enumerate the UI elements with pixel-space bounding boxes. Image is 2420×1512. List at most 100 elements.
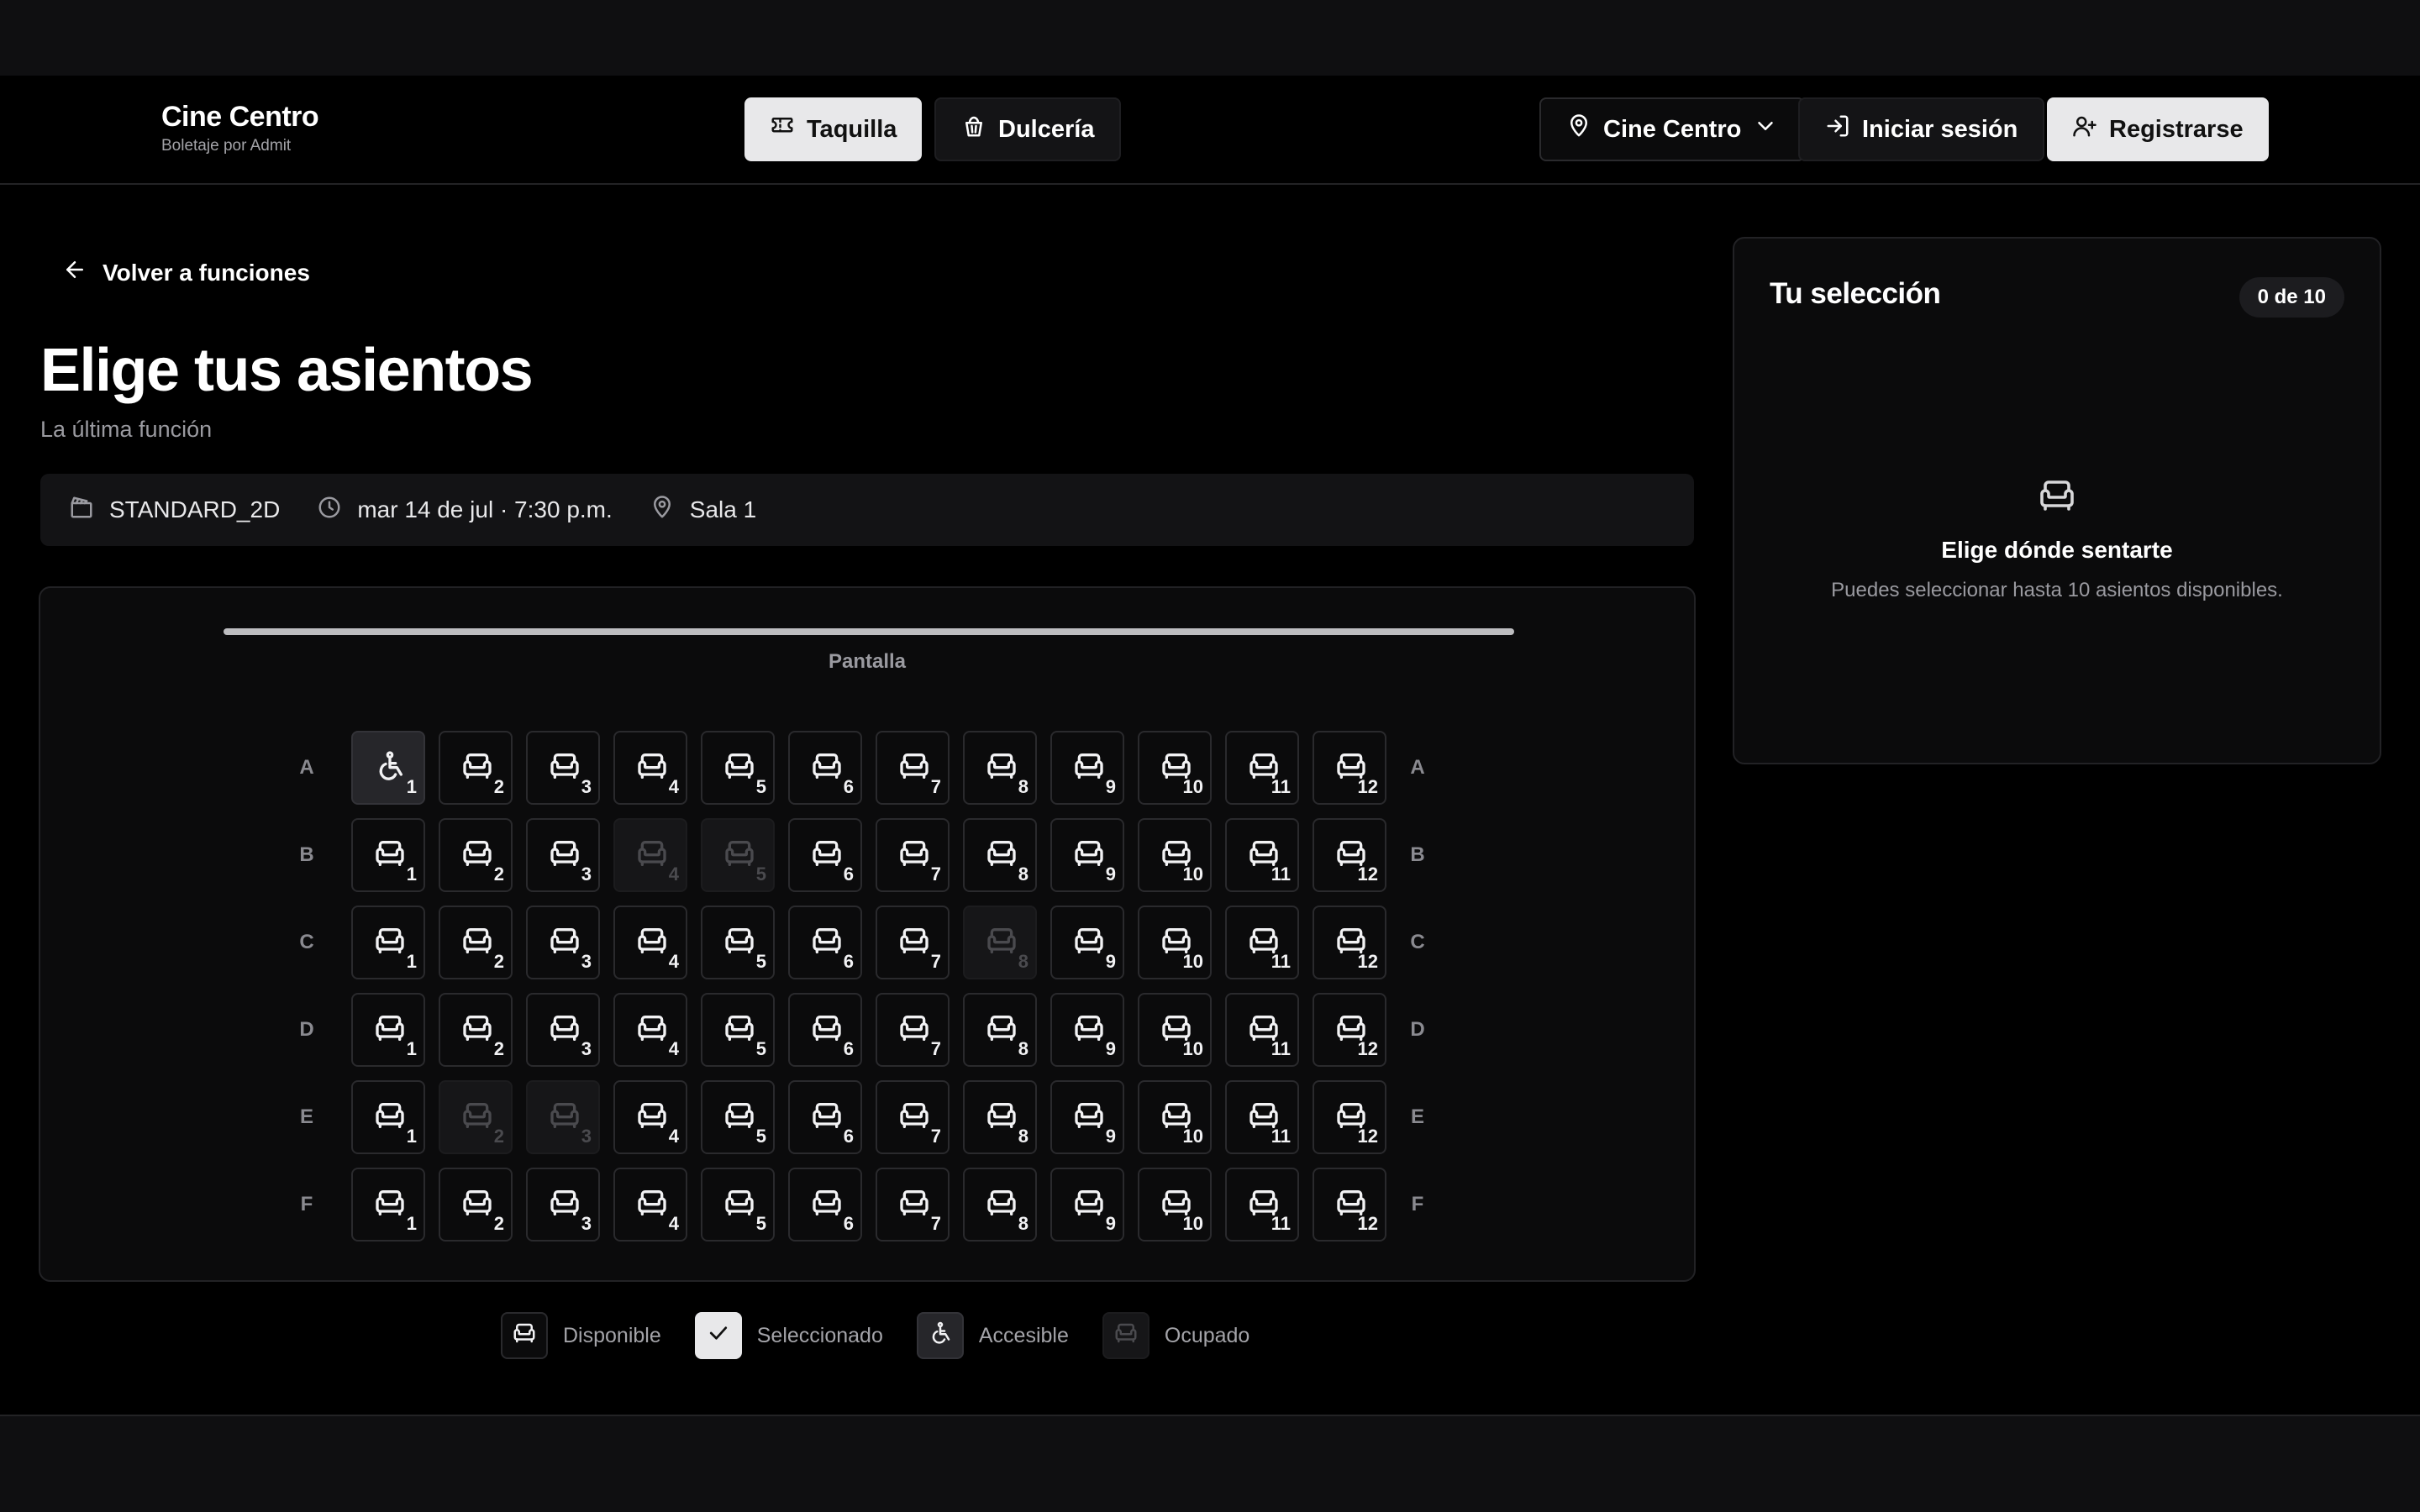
- seat-a4[interactable]: 4: [613, 731, 687, 805]
- seat-f10[interactable]: 10: [1138, 1168, 1212, 1242]
- login-label: Iniciar sesión: [1862, 115, 2018, 143]
- seat-f11[interactable]: 11: [1225, 1168, 1299, 1242]
- seat-number: 2: [493, 1213, 504, 1234]
- seat-e5[interactable]: 5: [701, 1080, 775, 1154]
- seat-c1[interactable]: 1: [351, 906, 425, 979]
- seat-e10[interactable]: 10: [1138, 1080, 1212, 1154]
- seat-b7[interactable]: 7: [876, 818, 950, 892]
- seat-d12[interactable]: 12: [1313, 993, 1386, 1067]
- seat-f5[interactable]: 5: [701, 1168, 775, 1242]
- back-to-showtimes-link[interactable]: Volver a funciones: [62, 257, 310, 288]
- seat-a6[interactable]: 6: [788, 731, 862, 805]
- seat-d9[interactable]: 9: [1050, 993, 1124, 1067]
- seat-b8[interactable]: 8: [963, 818, 1037, 892]
- row-label-a-left: A: [299, 756, 314, 779]
- seat-number: 9: [1105, 951, 1116, 972]
- seat-b11[interactable]: 11: [1225, 818, 1299, 892]
- seat-f6[interactable]: 6: [788, 1168, 862, 1242]
- seat-f2[interactable]: 2: [439, 1168, 513, 1242]
- seat-d1[interactable]: 1: [351, 993, 425, 1067]
- room-label: Sala 1: [689, 496, 757, 522]
- seat-b12[interactable]: 12: [1313, 818, 1386, 892]
- seat-f8[interactable]: 8: [963, 1168, 1037, 1242]
- seat-a5[interactable]: 5: [701, 731, 775, 805]
- seat-a2[interactable]: 2: [439, 731, 513, 805]
- seat-a1[interactable]: 1: [351, 731, 425, 805]
- seat-number: 1: [406, 1126, 417, 1147]
- nav-taquilla-button[interactable]: Taquilla: [744, 97, 923, 161]
- seat-c6[interactable]: 6: [788, 906, 862, 979]
- seat-d7[interactable]: 7: [876, 993, 950, 1067]
- seat-number: 9: [1105, 1213, 1116, 1234]
- room-info: Sala 1: [650, 495, 756, 526]
- seat-a10[interactable]: 10: [1138, 731, 1212, 805]
- seat-c12[interactable]: 12: [1313, 906, 1386, 979]
- seat-e6[interactable]: 6: [788, 1080, 862, 1154]
- seat-c11[interactable]: 11: [1225, 906, 1299, 979]
- map-pin-icon: [650, 495, 675, 526]
- seat-number: 1: [406, 1038, 417, 1059]
- register-button[interactable]: Registrarse: [2047, 97, 2269, 161]
- seat-b2[interactable]: 2: [439, 818, 513, 892]
- seat-b9[interactable]: 9: [1050, 818, 1124, 892]
- seat-d5[interactable]: 5: [701, 993, 775, 1067]
- seat-d11[interactable]: 11: [1225, 993, 1299, 1067]
- seat-c3[interactable]: 3: [526, 906, 600, 979]
- login-button[interactable]: Iniciar sesión: [1798, 97, 2045, 161]
- seat-legend: Disponible Seleccionado Accesible Ocupad…: [501, 1312, 1283, 1359]
- seat-d4[interactable]: 4: [613, 993, 687, 1067]
- seat-e9[interactable]: 9: [1050, 1080, 1124, 1154]
- seat-number: 10: [1182, 1038, 1203, 1059]
- seat-number: 1: [406, 864, 417, 885]
- brand-name[interactable]: Cine Centro: [161, 101, 319, 134]
- seat-f3[interactable]: 3: [526, 1168, 600, 1242]
- seat-e1[interactable]: 1: [351, 1080, 425, 1154]
- seat-d2[interactable]: 2: [439, 993, 513, 1067]
- seat-f12[interactable]: 12: [1313, 1168, 1386, 1242]
- seat-c7[interactable]: 7: [876, 906, 950, 979]
- seat-b3[interactable]: 3: [526, 818, 600, 892]
- seat-b6[interactable]: 6: [788, 818, 862, 892]
- seat-f1[interactable]: 1: [351, 1168, 425, 1242]
- seat-a9[interactable]: 9: [1050, 731, 1124, 805]
- wheelchair-icon: [928, 1320, 953, 1352]
- seat-a7[interactable]: 7: [876, 731, 950, 805]
- seat-c9[interactable]: 9: [1050, 906, 1124, 979]
- seat-d6[interactable]: 6: [788, 993, 862, 1067]
- row-label-e-right: E: [1410, 1105, 1424, 1128]
- seat-e11[interactable]: 11: [1225, 1080, 1299, 1154]
- brand[interactable]: Cine Centro Boletaje por Admit: [161, 101, 319, 155]
- seat-number: 3: [581, 1213, 592, 1234]
- location-select[interactable]: Cine Centro: [1539, 97, 1806, 161]
- seat-a8[interactable]: 8: [963, 731, 1037, 805]
- seat-number: 11: [1270, 1213, 1291, 1234]
- row-label-f-right: F: [1411, 1193, 1424, 1215]
- seat-e4[interactable]: 4: [613, 1080, 687, 1154]
- seat-e8[interactable]: 8: [963, 1080, 1037, 1154]
- screen-indicator: [224, 628, 1514, 635]
- seat-c4[interactable]: 4: [613, 906, 687, 979]
- seat-d3[interactable]: 3: [526, 993, 600, 1067]
- armchair-icon: [1113, 1320, 1139, 1352]
- seat-d10[interactable]: 10: [1138, 993, 1212, 1067]
- row-label-a-right: A: [1410, 756, 1425, 779]
- seat-number: 6: [843, 1213, 854, 1234]
- seat-a11[interactable]: 11: [1225, 731, 1299, 805]
- datetime-info: mar 14 de jul · 7:30 p.m.: [317, 495, 613, 526]
- seat-c2[interactable]: 2: [439, 906, 513, 979]
- seat-d8[interactable]: 8: [963, 993, 1037, 1067]
- seat-a3[interactable]: 3: [526, 731, 600, 805]
- seat-c5[interactable]: 5: [701, 906, 775, 979]
- seat-e12[interactable]: 12: [1313, 1080, 1386, 1154]
- seat-b10[interactable]: 10: [1138, 818, 1212, 892]
- legend-occupied-label: Ocupado: [1164, 1323, 1250, 1347]
- nav-dulceria-button[interactable]: Dulcería: [934, 97, 1122, 161]
- seat-c10[interactable]: 10: [1138, 906, 1212, 979]
- location-label: Cine Centro: [1603, 115, 1742, 143]
- seat-f9[interactable]: 9: [1050, 1168, 1124, 1242]
- seat-a12[interactable]: 12: [1313, 731, 1386, 805]
- seat-e7[interactable]: 7: [876, 1080, 950, 1154]
- seat-f7[interactable]: 7: [876, 1168, 950, 1242]
- seat-b1[interactable]: 1: [351, 818, 425, 892]
- seat-f4[interactable]: 4: [613, 1168, 687, 1242]
